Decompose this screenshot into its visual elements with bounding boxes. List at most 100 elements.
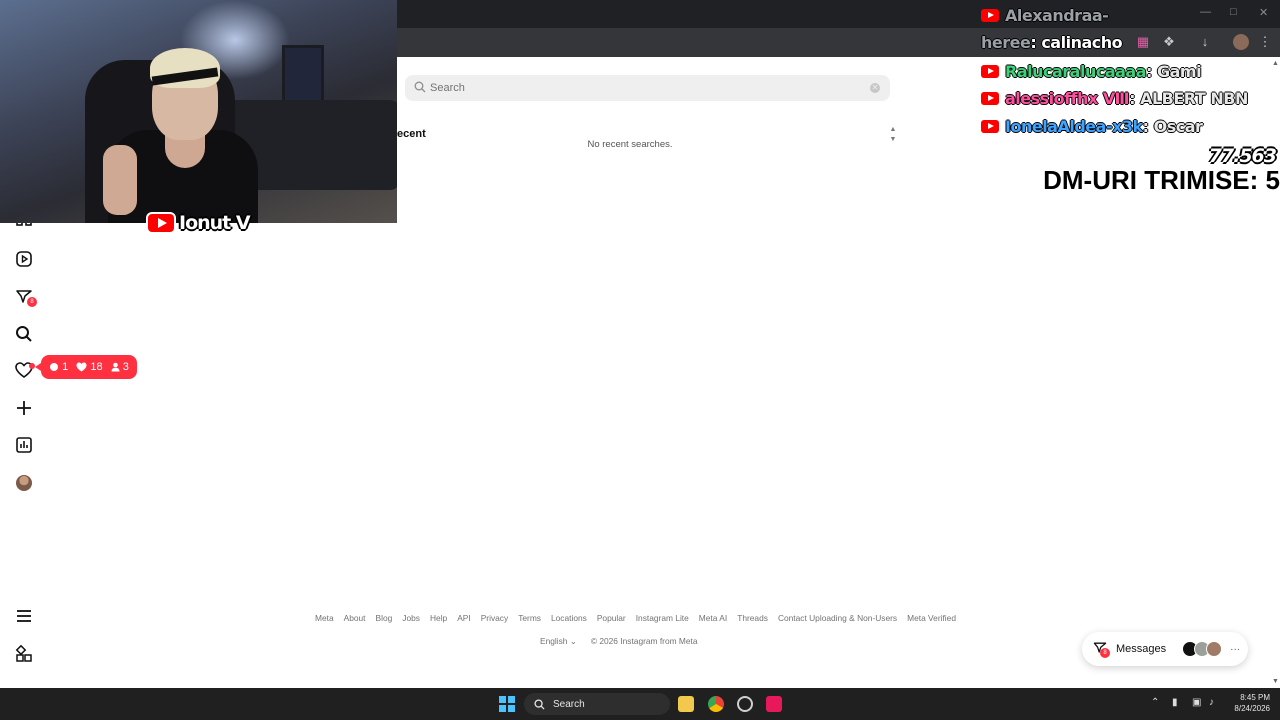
also-from-meta-icon[interactable] — [14, 644, 34, 664]
taskbar-search-label: Search — [553, 698, 585, 710]
comment-count: 1 — [62, 361, 69, 373]
footer-link[interactable]: Meta — [315, 613, 334, 623]
windows-start-icon[interactable] — [499, 696, 515, 712]
panel-scroll-arrows-icon[interactable]: ▲ ▼ — [889, 125, 897, 147]
taskbar-search[interactable]: Search — [524, 693, 670, 715]
chat-username: alessioffhx Ⅷ — [1005, 89, 1130, 108]
webcam-overlay — [0, 0, 397, 223]
person-icon — [111, 362, 120, 372]
footer-link[interactable]: Popular — [597, 613, 626, 623]
follower-count: 3 — [122, 361, 129, 373]
messages-float-button[interactable]: 8 Messages ··· — [1082, 632, 1248, 666]
footer-link[interactable]: Terms — [518, 613, 541, 623]
footer-link[interactable]: About — [344, 613, 366, 623]
profile-avatar[interactable] — [16, 475, 32, 491]
search-panel — [397, 57, 904, 688]
youtube-icon — [981, 120, 999, 133]
recent-heading: ecent — [397, 128, 426, 140]
comment-count-item: 1 — [49, 361, 68, 373]
youtube-icon — [981, 65, 999, 78]
chevron-down-icon: ⌄ — [569, 636, 577, 646]
dm-sent-counter: DM-URI TRIMISE: 5 — [1043, 165, 1280, 195]
chat-text: : ALBERT NBN — [1129, 89, 1248, 108]
follower-count-item: 3 — [111, 361, 129, 373]
language-label: English — [540, 636, 568, 646]
chat-message: IonelaAldea-x3k: Oscar — [981, 117, 1203, 136]
scroll-down-icon[interactable]: ▼ — [1272, 678, 1279, 685]
reels-icon[interactable] — [14, 249, 34, 269]
close-window-icon[interactable]: ✕ — [1259, 6, 1268, 19]
scroll-up-icon[interactable]: ▲ — [1272, 60, 1279, 67]
heart-icon — [76, 362, 87, 372]
youtube-icon — [981, 9, 999, 22]
footer-link[interactable]: Blog — [376, 613, 393, 623]
copyright-text: © 2026 Instagram from Meta — [590, 636, 698, 646]
messages-badge: 8 — [27, 297, 37, 307]
chat-text: : calinacho — [1030, 33, 1123, 52]
footer-link[interactable]: Threads — [737, 613, 768, 623]
downloads-icon[interactable]: ↓ — [1197, 34, 1213, 50]
notification-summary-popup[interactable]: 1 18 3 — [35, 355, 137, 379]
footer-link[interactable]: Instagram Lite — [636, 613, 689, 623]
chat-username: Ralucaralucaaaa — [1005, 62, 1147, 81]
chat-username: Alexandraa- — [1005, 6, 1109, 25]
clock-date: 8/24/2026 — [1234, 704, 1270, 713]
messages-float-label: Messages — [1116, 643, 1167, 655]
chat-message: heree: calinacho — [981, 33, 1123, 52]
search-input[interactable] — [430, 79, 860, 97]
maximize-icon[interactable]: □ — [1230, 6, 1237, 18]
microphone-icon[interactable]: ▮ — [1172, 697, 1178, 708]
chat-username: heree — [981, 33, 1031, 52]
chrome-icon[interactable] — [708, 696, 724, 712]
no-recent-searches-text: No recent searches. — [587, 139, 673, 150]
avatar — [1206, 641, 1223, 657]
chat-message: alessioffhx Ⅷ: ALBERT NBN — [981, 89, 1248, 108]
footer-links: Meta About Blog Jobs Help API Privacy Te… — [315, 613, 956, 623]
search-nav-icon[interactable] — [14, 324, 34, 344]
footer-link[interactable]: Jobs — [402, 613, 420, 623]
create-plus-icon[interactable] — [14, 398, 34, 418]
dashboard-icon[interactable] — [14, 435, 34, 455]
chat-message: Ralucaralucaaaa: Gami — [981, 62, 1202, 81]
tiktok-icon[interactable] — [766, 696, 782, 712]
file-explorer-icon[interactable] — [678, 696, 694, 712]
taskbar-clock[interactable]: 8:45 PM 8/24/2026 — [1226, 692, 1270, 714]
extension-badge-icon[interactable]: ▦ — [1135, 34, 1151, 50]
footer-link[interactable]: Help — [430, 613, 447, 623]
tray-overflow-icon[interactable]: ⌃ — [1151, 697, 1159, 708]
footer-link[interactable]: Meta AI — [699, 613, 727, 623]
youtube-icon — [146, 212, 176, 234]
clear-search-icon[interactable]: ✕ — [870, 83, 880, 93]
search-icon — [414, 81, 426, 93]
footer-link[interactable]: API — [457, 613, 471, 623]
network-icon[interactable]: ▣ — [1192, 697, 1201, 708]
more-dots-icon: ··· — [1230, 643, 1241, 655]
messages-float-badge: 8 — [1100, 648, 1110, 658]
browser-menu-icon[interactable]: ⋮ — [1257, 34, 1273, 50]
clock-time: 8:45 PM — [1240, 693, 1270, 702]
chat-username: IonelaAldea-x3k — [1005, 117, 1143, 136]
volume-icon[interactable]: ♪ — [1209, 697, 1214, 708]
chat-text: : Gami — [1146, 62, 1202, 81]
extensions-icon[interactable]: ❖ — [1161, 34, 1177, 50]
comment-icon — [50, 363, 59, 371]
language-select[interactable]: English ⌄ — [540, 636, 577, 646]
streamer-name: Ionut V — [179, 212, 251, 234]
more-menu-icon[interactable] — [14, 606, 34, 626]
footer-link[interactable]: Locations — [551, 613, 587, 623]
chat-message: Alexandraa- — [981, 6, 1109, 25]
minimize-icon[interactable]: — — [1200, 6, 1211, 18]
like-count-item: 18 — [76, 361, 103, 373]
view-counter: 77.563 — [1208, 145, 1277, 167]
footer-bottom: English ⌄ © 2026 Instagram from Meta — [540, 636, 730, 646]
app-icon[interactable] — [737, 696, 753, 712]
messages-avatars — [1182, 641, 1223, 657]
youtube-icon — [981, 92, 999, 105]
streamer-badge: Ionut V — [146, 210, 251, 236]
profile-avatar-icon[interactable] — [1233, 34, 1249, 50]
footer-link[interactable]: Contact Uploading & Non-Users — [778, 613, 897, 623]
footer-link[interactable]: Privacy — [481, 613, 508, 623]
like-count: 18 — [90, 361, 103, 373]
footer-link[interactable]: Meta Verified — [907, 613, 956, 623]
messages-float-icon: 8 — [1092, 640, 1110, 658]
